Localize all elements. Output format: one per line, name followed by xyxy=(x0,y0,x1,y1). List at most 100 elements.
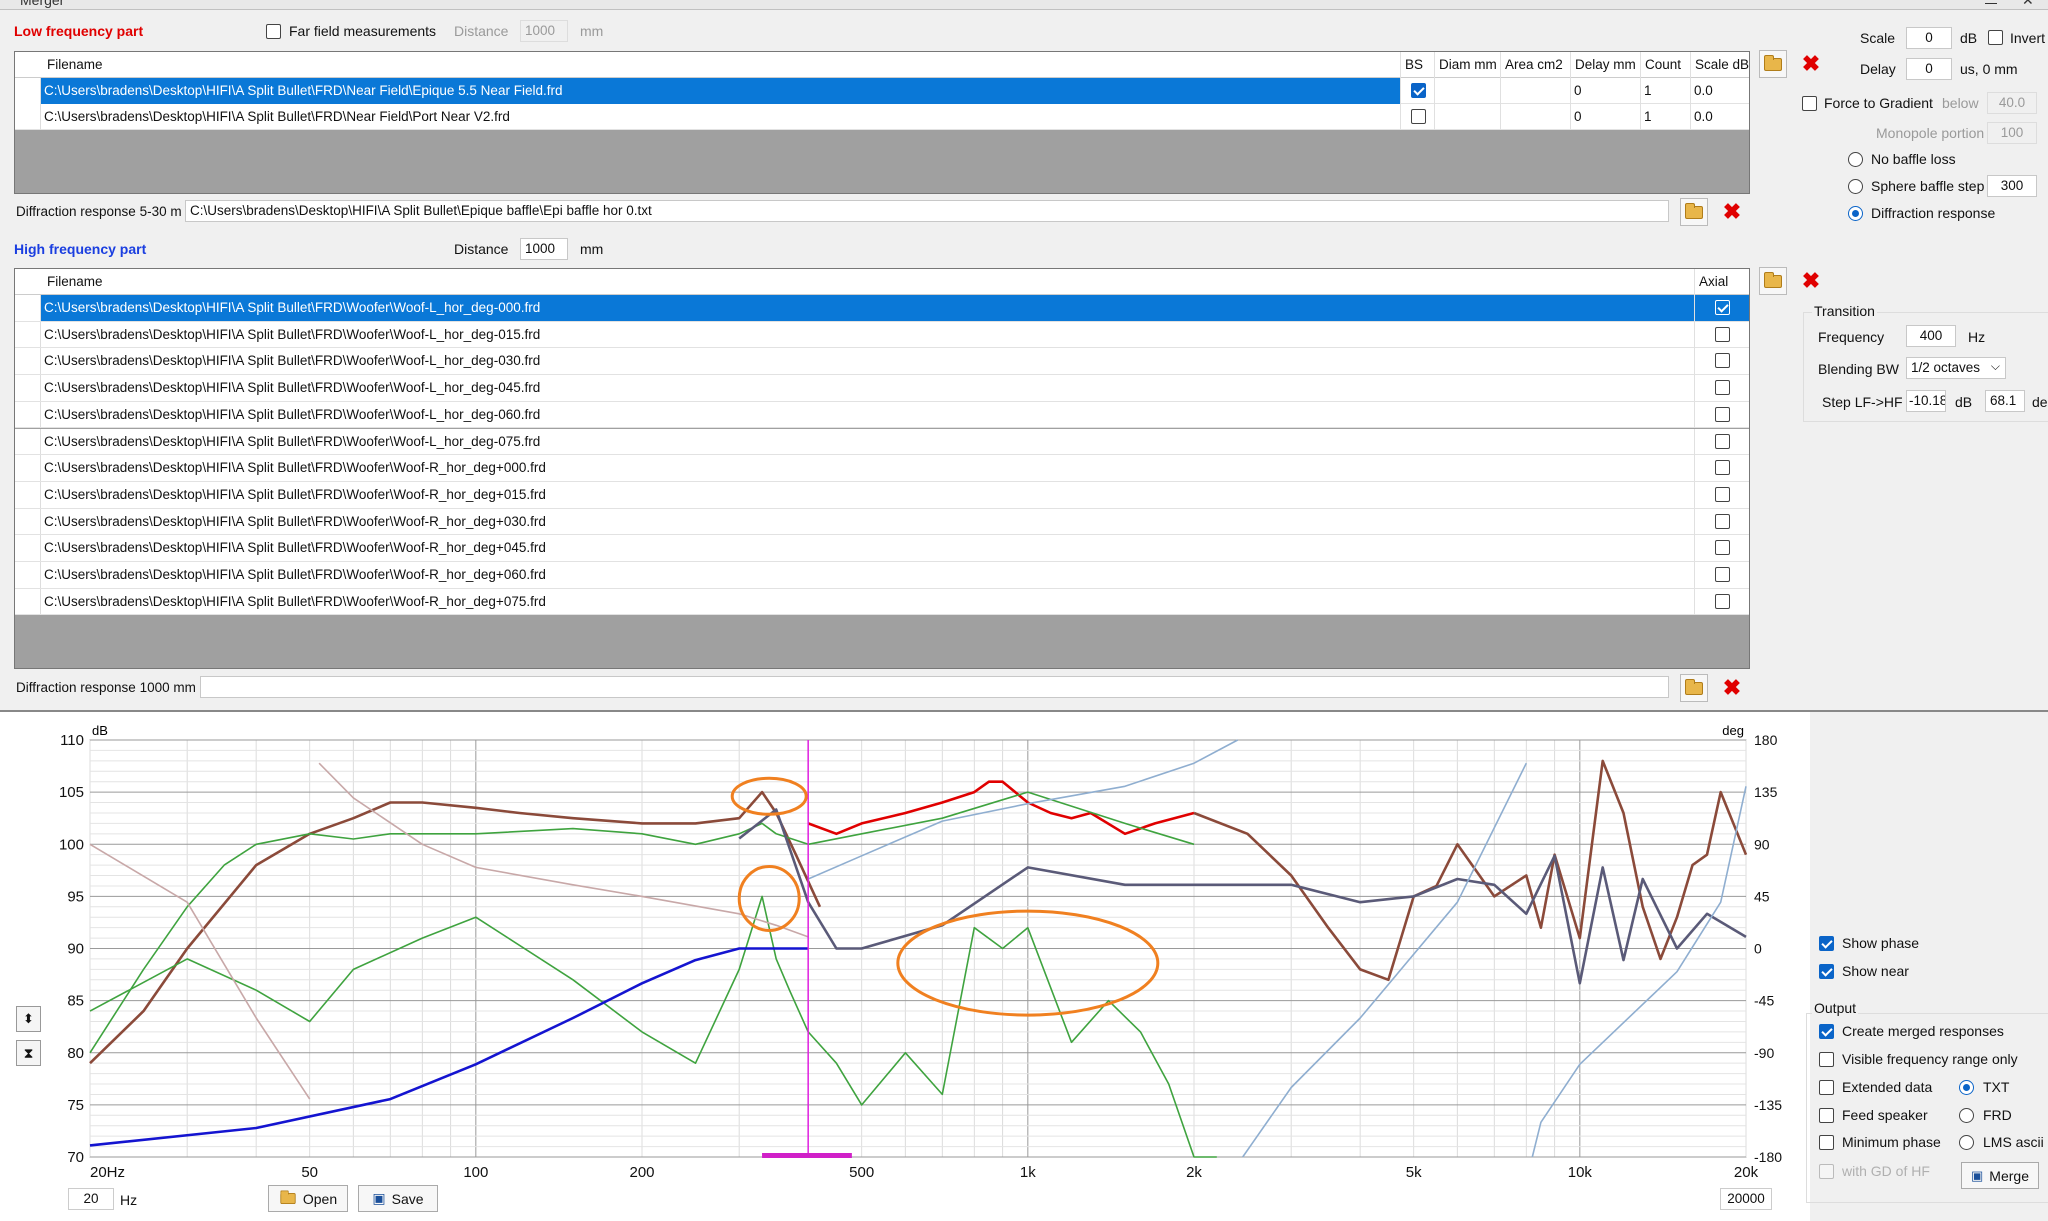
high-diffraction-remove-button[interactable]: ✖ xyxy=(1718,674,1746,702)
open-button[interactable]: Open xyxy=(268,1185,348,1212)
fit-vertical-button[interactable]: ⧗ xyxy=(16,1040,41,1066)
blending-select[interactable]: 1/2 octaves ⌵ xyxy=(1906,357,2006,379)
step-deg-input[interactable]: 68.1 xyxy=(1985,390,2025,412)
sphere-baffle-radio[interactable] xyxy=(1848,179,1863,194)
table-row[interactable]: C:\Users\bradens\Desktop\HIFI\A Split Bu… xyxy=(15,104,1749,130)
diffraction-radio[interactable] xyxy=(1848,206,1863,221)
low-distance-input[interactable]: 1000 xyxy=(520,20,568,42)
axial-checkbox[interactable] xyxy=(1715,513,1730,529)
lms-radio[interactable] xyxy=(1959,1135,1974,1150)
table-row[interactable]: C:\Users\bradens\Desktop\HIFI\A Split Bu… xyxy=(15,481,1749,509)
delay-input[interactable]: 0 xyxy=(1906,58,1952,80)
axial-checkbox[interactable] xyxy=(1715,433,1730,449)
low-diffraction-open-button[interactable] xyxy=(1680,198,1708,226)
axial-checkbox[interactable] xyxy=(1715,486,1730,502)
extended-checkbox[interactable] xyxy=(1819,1080,1834,1095)
col-area[interactable]: Area cm2 xyxy=(1501,52,1571,78)
force-gradient-checkbox[interactable] xyxy=(1802,96,1817,111)
min-freq-input[interactable]: 20 xyxy=(68,1188,114,1210)
gd-hf-checkbox[interactable] xyxy=(1819,1164,1834,1179)
low-open-button[interactable] xyxy=(1759,50,1787,78)
table-row[interactable]: C:\Users\bradens\Desktop\HIFI\A Split Bu… xyxy=(15,535,1749,562)
table-row[interactable]: C:\Users\bradens\Desktop\HIFI\A Split Bu… xyxy=(15,401,1749,429)
remove-icon: ✖ xyxy=(1722,675,1742,700)
feed-speaker-checkbox[interactable] xyxy=(1819,1108,1834,1123)
high-diffraction-input[interactable] xyxy=(200,676,1669,698)
step-db-input[interactable]: -10.18 xyxy=(1906,390,1946,412)
axial-checkbox[interactable] xyxy=(1715,300,1730,315)
low-diffraction-input[interactable]: C:\Users\bradens\Desktop\HIFI\A Split Bu… xyxy=(185,200,1669,222)
frequency-input[interactable]: 400 xyxy=(1906,325,1956,347)
col-delay[interactable]: Delay mm xyxy=(1571,52,1641,78)
minimize-icon[interactable] xyxy=(1985,0,1997,4)
axial-checkbox[interactable] xyxy=(1715,406,1730,422)
frequency-response-chart[interactable]: 20Hz 50 100 200 500 1k 2k 5k 10k 20k1101051009590… xyxy=(0,712,1810,1221)
row-count[interactable]: 1 xyxy=(1641,78,1691,104)
low-diffraction-remove-button[interactable]: ✖ xyxy=(1718,198,1746,226)
visible-range-checkbox[interactable] xyxy=(1819,1052,1834,1067)
show-near-checkbox[interactable] xyxy=(1819,964,1834,979)
table-row[interactable]: C:\Users\bradens\Desktop\HIFI\A Split Bu… xyxy=(15,455,1749,482)
col-filename[interactable]: Filename xyxy=(43,52,1401,78)
table-row[interactable]: C:\Users\bradens\Desktop\HIFI\A Split Bu… xyxy=(15,562,1749,589)
monopole-input[interactable]: 100 xyxy=(1987,122,2037,144)
save-button[interactable]: ▣ Save xyxy=(358,1185,438,1212)
axial-checkbox[interactable] xyxy=(1715,540,1730,556)
txt-radio[interactable] xyxy=(1959,1080,1974,1095)
far-field-checkbox[interactable] xyxy=(266,24,281,39)
high-diffraction-open-button[interactable] xyxy=(1680,674,1708,702)
table-row[interactable]: C:\Users\bradens\Desktop\HIFI\A Split Bu… xyxy=(15,348,1749,376)
table-row[interactable]: C:\Users\bradens\Desktop\HIFI\A Split Bu… xyxy=(15,375,1749,402)
col-axial[interactable]: Axial xyxy=(1695,269,1749,295)
frd-radio[interactable] xyxy=(1959,1108,1974,1123)
invert-checkbox[interactable] xyxy=(1988,30,2003,45)
table-row[interactable]: C:\Users\bradens\Desktop\HIFI\A Split Bu… xyxy=(15,78,1749,104)
x-tick-label: 200 xyxy=(629,1164,654,1181)
close-icon[interactable]: ✕ xyxy=(2022,0,2034,9)
axial-checkbox[interactable] xyxy=(1715,326,1730,342)
row-filename: C:\Users\bradens\Desktop\HIFI\A Split Bu… xyxy=(41,375,1695,402)
col-bs[interactable]: BS xyxy=(1401,52,1435,78)
y-tick-label: 85 xyxy=(67,993,84,1010)
sphere-baffle-input[interactable]: 300 xyxy=(1987,175,2037,197)
zoom-vertical-button[interactable]: ⬍ xyxy=(16,1006,41,1032)
row-area[interactable] xyxy=(1501,104,1571,130)
row-delay[interactable]: 0 xyxy=(1571,78,1641,104)
axial-checkbox[interactable] xyxy=(1715,380,1730,396)
row-delay[interactable]: 0 xyxy=(1571,104,1641,130)
table-row[interactable]: C:\Users\bradens\Desktop\HIFI\A Split Bu… xyxy=(15,321,1749,349)
bs-checkbox[interactable] xyxy=(1411,83,1426,98)
minimum-phase-checkbox[interactable] xyxy=(1819,1135,1834,1150)
show-phase-checkbox[interactable] xyxy=(1819,936,1834,951)
col-filename[interactable]: Filename xyxy=(43,269,1695,295)
row-scale[interactable]: 0.0 xyxy=(1691,104,1749,130)
high-remove-button[interactable]: ✖ xyxy=(1797,267,1825,295)
row-scale[interactable]: 0.0 xyxy=(1691,78,1749,104)
below-input[interactable]: 40.0 xyxy=(1987,92,2037,114)
col-count[interactable]: Count xyxy=(1641,52,1691,78)
table-row[interactable]: C:\Users\bradens\Desktop\HIFI\A Split Bu… xyxy=(15,295,1749,322)
axial-checkbox[interactable] xyxy=(1715,460,1730,476)
high-distance-input[interactable]: 1000 xyxy=(520,238,568,260)
row-count[interactable]: 1 xyxy=(1641,104,1691,130)
bs-checkbox[interactable] xyxy=(1411,109,1426,124)
table-row[interactable]: C:\Users\bradens\Desktop\HIFI\A Split Bu… xyxy=(15,588,1749,616)
low-remove-button[interactable]: ✖ xyxy=(1797,50,1825,78)
merge-button[interactable]: ▣ Merge xyxy=(1961,1162,2039,1189)
row-diam[interactable] xyxy=(1435,78,1501,104)
axial-checkbox[interactable] xyxy=(1715,593,1730,609)
row-diam[interactable] xyxy=(1435,104,1501,130)
max-freq-input[interactable]: 20000 xyxy=(1720,1188,1772,1210)
create-merged-checkbox[interactable] xyxy=(1819,1024,1834,1039)
high-diffraction-label: Diffraction response 1000 mm xyxy=(16,680,196,695)
row-area[interactable] xyxy=(1501,78,1571,104)
axial-checkbox[interactable] xyxy=(1715,567,1730,582)
table-row[interactable]: C:\Users\bradens\Desktop\HIFI\A Split Bu… xyxy=(15,508,1749,536)
high-open-button[interactable] xyxy=(1759,267,1787,295)
col-scale[interactable]: Scale dB xyxy=(1691,52,1749,78)
no-baffle-radio[interactable] xyxy=(1848,152,1863,167)
scale-input[interactable]: 0 xyxy=(1906,27,1952,49)
axial-checkbox[interactable] xyxy=(1715,353,1730,369)
table-row[interactable]: C:\Users\bradens\Desktop\HIFI\A Split Bu… xyxy=(15,428,1749,456)
col-diam[interactable]: Diam mm xyxy=(1435,52,1501,78)
